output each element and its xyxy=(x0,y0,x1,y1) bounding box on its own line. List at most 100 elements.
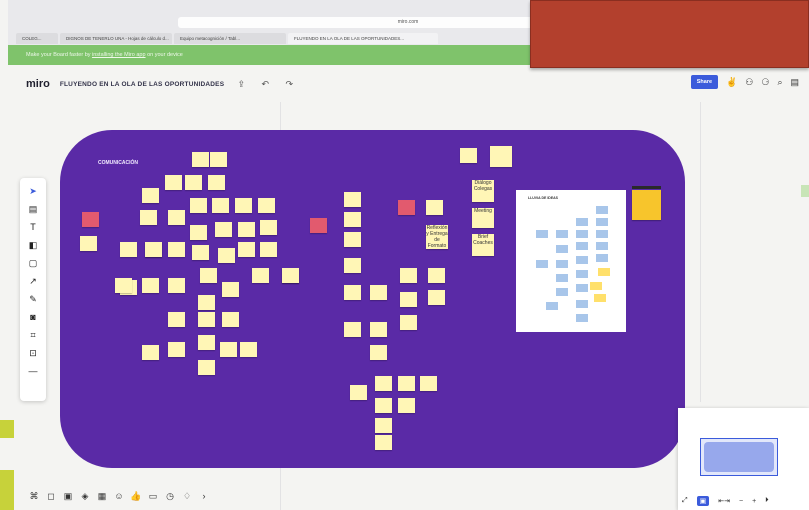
pen-icon[interactable]: ✎ xyxy=(23,292,43,307)
sticky-note[interactable] xyxy=(145,242,162,257)
sticky-note[interactable] xyxy=(82,212,99,227)
sticky-note[interactable] xyxy=(142,188,159,203)
browser-tab[interactable]: COLEG... xyxy=(16,33,58,44)
sticky-note[interactable] xyxy=(190,225,207,240)
mini-note[interactable] xyxy=(536,260,548,268)
sticky-card-brief[interactable]: Brief Coaches xyxy=(472,234,494,256)
sticky-note[interactable] xyxy=(190,198,207,213)
text-icon[interactable]: T xyxy=(23,220,43,235)
sticky-note[interactable] xyxy=(460,148,477,163)
templates-icon[interactable]: ▤ xyxy=(23,202,43,217)
zoom-in-icon[interactable]: + xyxy=(752,498,756,505)
sticky-note[interactable] xyxy=(210,152,227,167)
sticky-card-dialogo[interactable]: Diálogo Colegas xyxy=(472,180,494,202)
comments-icon[interactable]: ⚆ xyxy=(761,77,769,88)
like-icon[interactable]: 👍 xyxy=(130,491,142,502)
sticky-note[interactable] xyxy=(428,268,445,283)
sticky-note[interactable] xyxy=(238,242,255,257)
reactions-icon[interactable]: ✌ xyxy=(726,77,737,88)
sticky-note[interactable] xyxy=(220,342,237,357)
sticky-note[interactable] xyxy=(350,385,367,400)
minimap-viewport[interactable] xyxy=(700,438,778,476)
sticky-note[interactable] xyxy=(375,376,392,391)
sticky-note[interactable] xyxy=(198,295,215,310)
mini-note[interactable] xyxy=(576,300,588,308)
sticky-note[interactable] xyxy=(142,278,159,293)
sticky-note[interactable] xyxy=(344,285,361,300)
sticky-note[interactable] xyxy=(398,398,415,413)
sticky-note[interactable] xyxy=(398,376,415,391)
upload-icon[interactable]: ⇪ xyxy=(234,79,248,90)
sticky-note[interactable] xyxy=(168,342,185,357)
video-icon[interactable]: ▭ xyxy=(147,491,159,502)
shape-icon[interactable]: ▢ xyxy=(23,256,43,271)
sticky-note[interactable] xyxy=(344,232,361,247)
sticky-note[interactable] xyxy=(260,242,277,257)
mini-note[interactable] xyxy=(576,284,588,292)
more-icon[interactable]: — xyxy=(23,364,43,379)
sticky-note[interactable] xyxy=(282,268,299,283)
mini-note[interactable] xyxy=(556,288,568,296)
sticky-note[interactable] xyxy=(400,315,417,330)
redo-icon[interactable]: ↷ xyxy=(282,79,296,90)
sticky-note[interactable] xyxy=(192,245,209,260)
sticky-note[interactable] xyxy=(400,268,417,283)
mini-note[interactable] xyxy=(590,282,602,290)
mini-note[interactable] xyxy=(596,242,608,250)
sticky-note[interactable] xyxy=(258,198,275,213)
browser-tab-active[interactable]: FLUYENDO EN LA OLA DE LAS OPORTUNIDADES.… xyxy=(288,33,438,44)
sticky-note[interactable] xyxy=(192,152,209,167)
sticky-note[interactable] xyxy=(310,218,327,233)
sticky-note[interactable] xyxy=(198,312,215,327)
comment-icon[interactable]: ◙ xyxy=(23,310,43,325)
sticky-note[interactable] xyxy=(168,278,185,293)
grid-icon[interactable]: ⌘ xyxy=(28,491,40,502)
mini-note[interactable] xyxy=(576,242,588,250)
chat-icon[interactable]: ◻ xyxy=(45,491,57,502)
sticky-note[interactable] xyxy=(490,146,512,167)
sticky-note[interactable] xyxy=(375,418,392,433)
mini-note[interactable] xyxy=(596,230,608,238)
sticky-note[interactable] xyxy=(235,198,252,213)
mini-note[interactable] xyxy=(576,218,588,226)
sticky-note[interactable] xyxy=(370,322,387,337)
mini-note[interactable] xyxy=(594,294,606,302)
screen-icon[interactable]: ◈ xyxy=(79,491,91,502)
sticky-note[interactable] xyxy=(400,292,417,307)
sticky-note[interactable] xyxy=(344,212,361,227)
sticky-note[interactable] xyxy=(344,322,361,337)
minimap-toggle-icon[interactable]: ▣ xyxy=(696,496,710,506)
sticky-note[interactable] xyxy=(215,222,232,237)
voting-icon[interactable]: ♢ xyxy=(181,491,193,502)
mini-note[interactable] xyxy=(596,254,608,262)
comment-icon[interactable]: ▣ xyxy=(62,491,74,502)
fit-screen-icon[interactable]: ⤢ xyxy=(682,497,688,505)
zoom-out-icon[interactable]: − xyxy=(739,498,743,505)
sticky-note[interactable] xyxy=(168,312,185,327)
sticky-note[interactable] xyxy=(370,285,387,300)
collaborators-icon[interactable]: ⚇ xyxy=(745,77,753,88)
mini-note[interactable] xyxy=(596,206,608,214)
notes-icon[interactable]: ▤ xyxy=(790,77,799,88)
miro-logo[interactable]: miro xyxy=(26,78,50,90)
sticky-note[interactable] xyxy=(212,198,229,213)
sticky-note[interactable] xyxy=(252,268,269,283)
sticky-note-icon[interactable]: ◧ xyxy=(23,238,43,253)
board-title[interactable]: FLUYENDO EN LA OLA DE LAS OPORTUNIDADES xyxy=(60,81,224,88)
sticky-note[interactable] xyxy=(344,258,361,273)
undo-icon[interactable]: ↶ xyxy=(258,79,272,90)
sticky-note[interactable] xyxy=(140,210,157,225)
mini-note[interactable] xyxy=(596,218,608,226)
arrow-icon[interactable]: ↗ xyxy=(23,274,43,289)
mini-note[interactable] xyxy=(598,268,610,276)
minimap[interactable]: ⤢ ▣ ⇤⇥ − + ⏵ xyxy=(678,408,809,510)
sticky-note[interactable] xyxy=(218,248,235,263)
sticky-note[interactable] xyxy=(375,398,392,413)
sticky-note[interactable] xyxy=(240,342,257,357)
browser-tab[interactable]: DIGNOS DE TENERLO UNA - Hojas de cálculo… xyxy=(60,33,172,44)
sticky-note[interactable] xyxy=(168,210,185,225)
presentation-icon[interactable]: ⏵ xyxy=(765,497,769,505)
mini-note[interactable] xyxy=(576,256,588,264)
sticky-card-meeting[interactable]: Meeting xyxy=(472,208,494,228)
sticky-note[interactable] xyxy=(165,175,182,190)
